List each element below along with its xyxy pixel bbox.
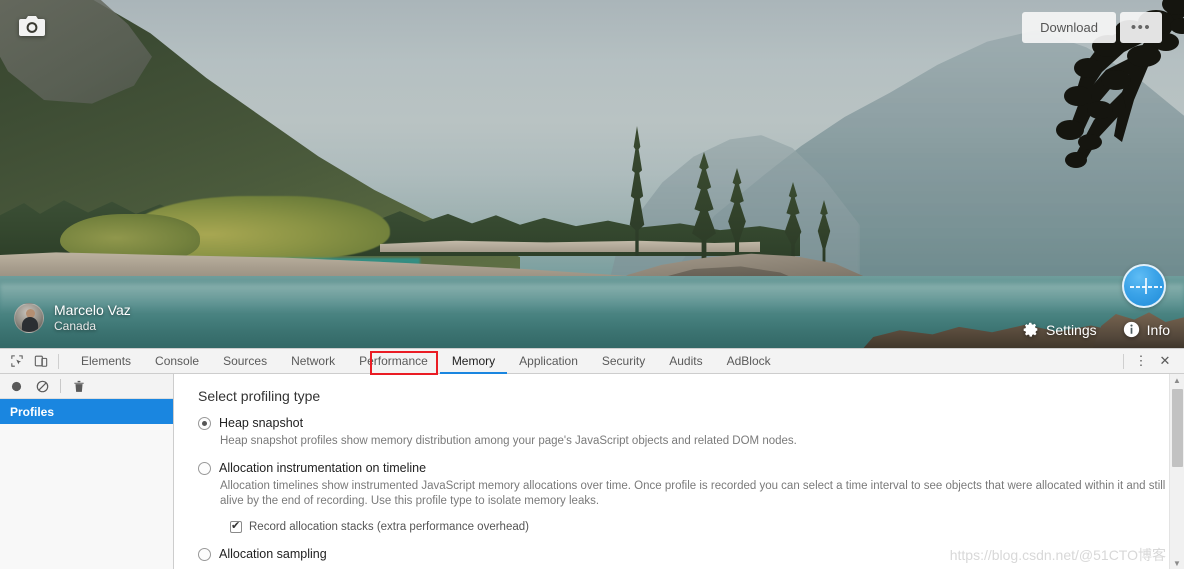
devtools-body: Profiles Select profiling type Heap snap…	[0, 374, 1184, 569]
scrollbar-thumb[interactable]	[1172, 389, 1183, 467]
memory-sidebar: Profiles	[0, 374, 174, 569]
clock-widget[interactable]	[1122, 264, 1166, 308]
tab-performance[interactable]: Performance	[347, 349, 440, 373]
tab-network[interactable]: Network	[279, 349, 347, 373]
devtools-tabbar: Elements Console Sources Network Perform…	[0, 349, 1184, 374]
option-allocation-sampling[interactable]: Allocation sampling	[198, 547, 1184, 561]
tab-security[interactable]: Security	[590, 349, 657, 373]
water-reflection	[0, 284, 1184, 314]
photo-bottom-controls: Settings Info	[1022, 321, 1170, 338]
memory-sidebar-toolbar	[0, 374, 173, 399]
trash-icon[interactable]	[71, 378, 87, 394]
gear-icon	[1022, 321, 1039, 338]
section-title: Select profiling type	[198, 388, 321, 404]
desc-allocation-timeline: Allocation timelines show instrumented J…	[220, 480, 1166, 507]
photographer-name: Marcelo Vaz	[54, 302, 131, 318]
photographer-text: Marcelo Vaz Canada	[54, 302, 131, 334]
tab-application[interactable]: Application	[507, 349, 590, 373]
clear-icon[interactable]	[34, 378, 50, 394]
sidebar-toolbar-divider	[60, 379, 61, 393]
record-icon[interactable]	[8, 378, 24, 394]
photo-hero: Download ••• Marcelo Vaz Canada Settings	[0, 0, 1184, 348]
close-icon[interactable]: ✕	[1154, 350, 1176, 372]
tab-audits[interactable]: Audits	[657, 349, 714, 373]
info-button[interactable]: Info	[1123, 321, 1170, 338]
devtools-panel: Elements Console Sources Network Perform…	[0, 348, 1184, 569]
option-allocation-timeline[interactable]: Allocation instrumentation on timeline	[198, 461, 1184, 475]
more-vertical-icon[interactable]: ⋮	[1130, 350, 1152, 372]
settings-label: Settings	[1046, 321, 1097, 338]
tab-elements[interactable]: Elements	[69, 349, 143, 373]
camera-icon[interactable]	[18, 14, 46, 38]
right-icons-divider	[1123, 353, 1124, 369]
download-button[interactable]: Download	[1022, 12, 1116, 43]
radio-allocation-timeline[interactable]	[198, 461, 211, 475]
inspect-element-icon[interactable]	[6, 350, 28, 372]
scroll-down-arrow[interactable]: ▼	[1170, 557, 1184, 569]
devtools-tabs: Elements Console Sources Network Perform…	[69, 349, 783, 374]
more-options-button[interactable]: •••	[1120, 12, 1162, 43]
vertical-scrollbar[interactable]: ▲ ▼	[1169, 374, 1184, 569]
settings-button[interactable]: Settings	[1022, 321, 1097, 338]
sidebar-item-profiles[interactable]: Profiles	[0, 399, 173, 424]
label-allocation-sampling[interactable]: Allocation sampling	[219, 547, 327, 561]
desc-heap-snapshot: Heap snapshot profiles show memory distr…	[220, 435, 797, 447]
device-toolbar-icon[interactable]	[30, 350, 52, 372]
devtools-right-icons: ⋮ ✕	[1119, 350, 1184, 372]
scroll-up-arrow[interactable]: ▲	[1170, 374, 1184, 387]
toolbar-divider	[58, 353, 59, 369]
checkbox-input[interactable]	[230, 519, 242, 533]
photo-top-controls: Download •••	[1022, 12, 1162, 43]
tab-sources[interactable]: Sources	[211, 349, 279, 373]
tab-console[interactable]: Console	[143, 349, 211, 373]
label-heap-snapshot[interactable]: Heap snapshot	[219, 416, 303, 430]
photographer-info[interactable]: Marcelo Vaz Canada	[14, 302, 131, 334]
memory-content: Select profiling type Heap snapshot Heap…	[174, 374, 1184, 569]
radio-heap-snapshot[interactable]	[198, 416, 211, 430]
tab-adblock[interactable]: AdBlock	[715, 349, 783, 373]
info-label: Info	[1146, 321, 1170, 338]
info-circle-icon	[1123, 321, 1140, 338]
option-heap-snapshot[interactable]: Heap snapshot	[198, 416, 1184, 430]
avatar	[14, 303, 44, 333]
photographer-location: Canada	[54, 319, 97, 333]
radio-allocation-sampling[interactable]	[198, 547, 211, 561]
checkbox-record-allocation-stacks[interactable]: Record allocation stacks (extra performa…	[230, 519, 1184, 533]
tab-memory[interactable]: Memory	[439, 349, 508, 374]
checkbox-label[interactable]: Record allocation stacks (extra performa…	[249, 521, 529, 533]
label-allocation-timeline[interactable]: Allocation instrumentation on timeline	[219, 461, 426, 475]
devtools-tool-icons	[0, 349, 69, 373]
